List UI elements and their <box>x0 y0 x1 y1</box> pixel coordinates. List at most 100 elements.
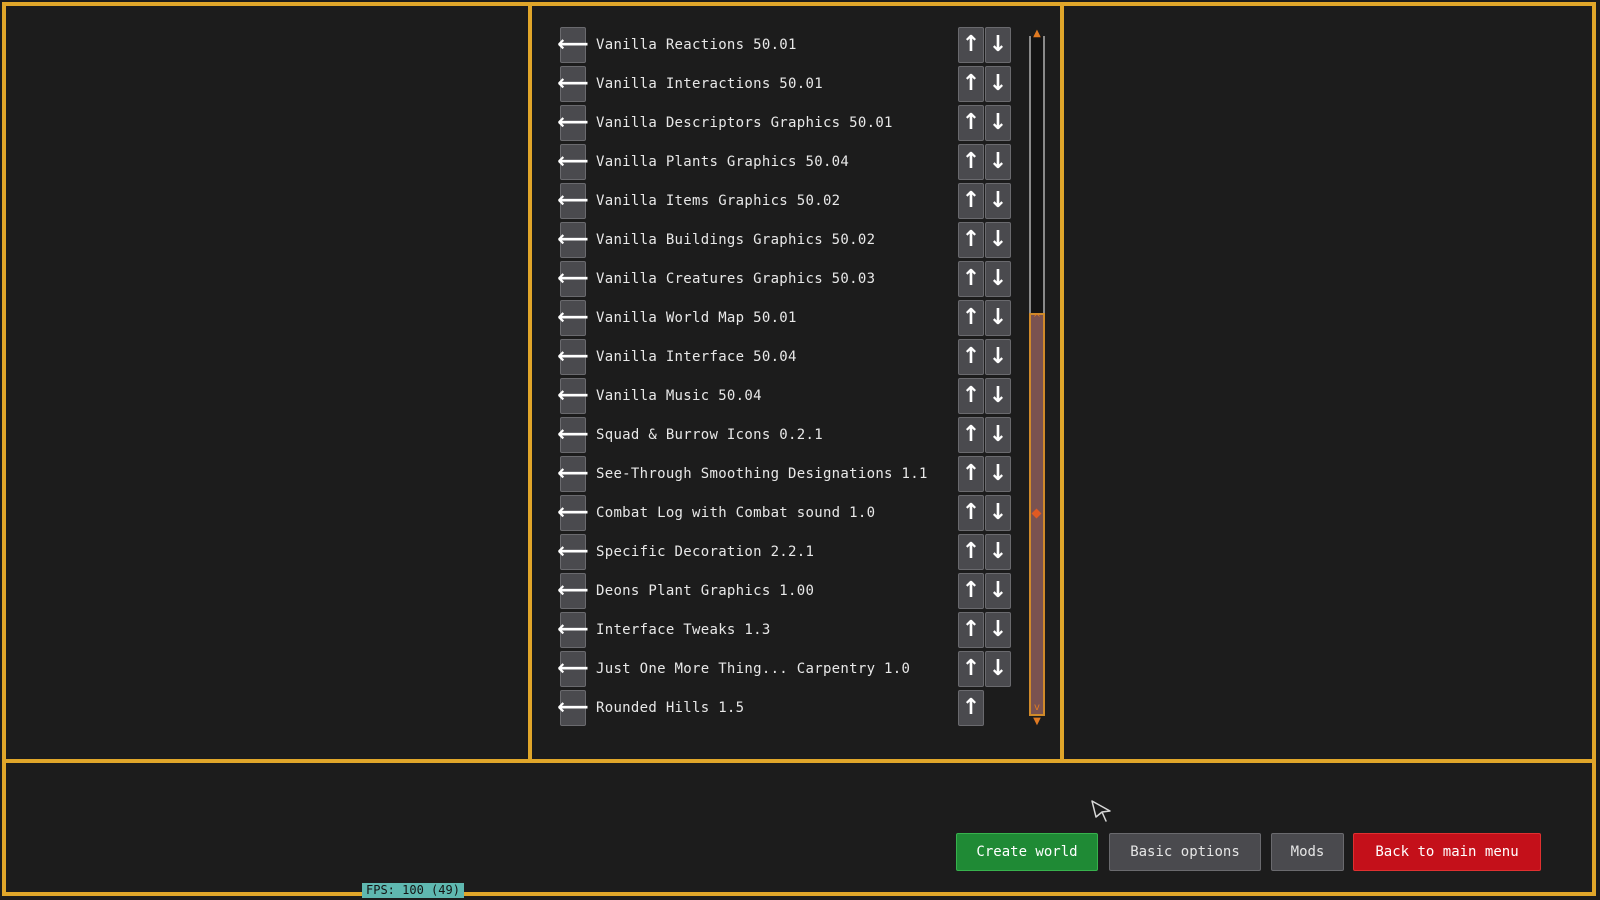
move-up-button[interactable]: ↑ <box>958 417 984 453</box>
move-down-button[interactable]: ↓ <box>985 261 1011 297</box>
remove-mod-button[interactable]: ⟵ <box>557 690 589 726</box>
mod-row: ⟵ Vanilla Reactions 50.01 ↑ ↓ <box>557 27 1011 65</box>
remove-mod-button[interactable]: ⟵ <box>557 651 589 687</box>
remove-mod-button[interactable]: ⟵ <box>557 105 589 141</box>
move-up-button[interactable]: ↑ <box>958 534 984 570</box>
remove-mod-button[interactable]: ⟵ <box>557 612 589 648</box>
move-up-button[interactable]: ↑ <box>958 612 984 648</box>
move-up-button[interactable]: ↑ <box>958 261 984 297</box>
mod-row: ⟵ See-Through Smoothing Designations 1.1 ↑… <box>557 456 1011 494</box>
arrow-down-icon: ↓ <box>988 227 1008 252</box>
arrow-left-icon: ⟵ <box>557 539 589 564</box>
back-to-main-menu-button[interactable]: Back to main menu <box>1353 833 1541 871</box>
arrow-left-icon: ⟵ <box>557 461 589 486</box>
move-up-button[interactable]: ↑ <box>958 378 984 414</box>
scroll-thumb-top-icon: ^ <box>1032 313 1042 324</box>
move-up-button[interactable]: ↑ <box>958 300 984 336</box>
left-divider <box>528 4 532 761</box>
move-up-button[interactable]: ↑ <box>958 690 984 726</box>
mod-name: Vanilla Plants Graphics 50.04 <box>596 154 850 170</box>
arrow-left-icon: ⟵ <box>557 344 589 369</box>
move-down-button[interactable]: ↓ <box>985 66 1011 102</box>
remove-mod-button[interactable]: ⟵ <box>557 66 589 102</box>
arrow-up-icon: ↑ <box>961 695 981 720</box>
mod-row: ⟵ Vanilla Interface 50.04 ↑ ↓ <box>557 339 1011 377</box>
arrow-up-icon: ↑ <box>961 539 981 564</box>
mod-row: ⟵ Vanilla Descriptors Graphics 50.01 ↑ ↓ <box>557 105 1011 143</box>
mod-row: ⟵ Vanilla Creatures Graphics 50.03 ↑ ↓ <box>557 261 1011 299</box>
move-down-button[interactable]: ↓ <box>985 456 1011 492</box>
remove-mod-button[interactable]: ⟵ <box>557 144 589 180</box>
right-divider <box>1060 4 1064 761</box>
move-down-button[interactable]: ↓ <box>985 495 1011 531</box>
mod-name: Vanilla Items Graphics 50.02 <box>596 193 841 209</box>
arrow-up-icon: ↑ <box>961 656 981 681</box>
remove-mod-button[interactable]: ⟵ <box>557 339 589 375</box>
arrow-left-icon: ⟵ <box>557 266 589 291</box>
remove-mod-button[interactable]: ⟵ <box>557 183 589 219</box>
arrow-down-icon: ↓ <box>988 266 1008 291</box>
mods-button[interactable]: Mods <box>1271 833 1344 871</box>
arrow-up-icon: ↑ <box>961 617 981 642</box>
move-down-button[interactable]: ↓ <box>985 183 1011 219</box>
arrow-up-icon: ↑ <box>961 188 981 213</box>
basic-options-button[interactable]: Basic options <box>1109 833 1261 871</box>
arrow-down-icon: ↓ <box>988 656 1008 681</box>
arrow-up-icon: ↑ <box>961 149 981 174</box>
bottom-divider <box>4 759 1594 763</box>
move-down-button[interactable]: ↓ <box>985 300 1011 336</box>
move-up-button[interactable]: ↑ <box>958 495 984 531</box>
move-up-button[interactable]: ↑ <box>958 222 984 258</box>
move-up-button[interactable]: ↑ <box>958 27 984 63</box>
arrow-down-icon: ↓ <box>988 32 1008 57</box>
create-world-button[interactable]: Create world <box>956 833 1098 871</box>
remove-mod-button[interactable]: ⟵ <box>557 456 589 492</box>
remove-mod-button[interactable]: ⟵ <box>557 300 589 336</box>
move-up-button[interactable]: ↑ <box>958 651 984 687</box>
arrow-down-icon: ↓ <box>988 149 1008 174</box>
move-down-button[interactable]: ↓ <box>985 105 1011 141</box>
arrow-up-icon: ↑ <box>961 578 981 603</box>
remove-mod-button[interactable]: ⟵ <box>557 495 589 531</box>
move-down-button[interactable]: ↓ <box>985 339 1011 375</box>
remove-mod-button[interactable]: ⟵ <box>557 261 589 297</box>
move-down-button[interactable]: ↓ <box>985 417 1011 453</box>
arrow-left-icon: ⟵ <box>557 656 589 681</box>
arrow-up-icon: ↑ <box>961 71 981 96</box>
move-down-button[interactable]: ↓ <box>985 534 1011 570</box>
move-down-button[interactable]: ↓ <box>985 612 1011 648</box>
arrow-left-icon: ⟵ <box>557 32 589 57</box>
move-up-button[interactable]: ↑ <box>958 183 984 219</box>
remove-mod-button[interactable]: ⟵ <box>557 417 589 453</box>
move-down-button[interactable]: ↓ <box>985 651 1011 687</box>
mod-name: Specific Decoration 2.2.1 <box>596 544 815 560</box>
mod-row: ⟵ Interface Tweaks 1.3 ↑ ↓ <box>557 612 1011 650</box>
arrow-left-icon: ⟵ <box>557 188 589 213</box>
arrow-up-icon: ↑ <box>961 32 981 57</box>
remove-mod-button[interactable]: ⟵ <box>557 222 589 258</box>
move-up-button[interactable]: ↑ <box>958 339 984 375</box>
scroll-down-icon[interactable]: ▼ <box>1031 717 1043 727</box>
move-down-button[interactable]: ↓ <box>985 27 1011 63</box>
scroll-up-icon[interactable]: ▲ <box>1031 29 1043 39</box>
mod-row: ⟵ Vanilla Items Graphics 50.02 ↑ ↓ <box>557 183 1011 221</box>
move-up-button[interactable]: ↑ <box>958 105 984 141</box>
remove-mod-button[interactable]: ⟵ <box>557 534 589 570</box>
move-down-button[interactable]: ↓ <box>985 378 1011 414</box>
move-down-button[interactable]: ↓ <box>985 222 1011 258</box>
move-up-button[interactable]: ↑ <box>958 573 984 609</box>
arrow-up-icon: ↑ <box>961 500 981 525</box>
mod-name: Vanilla Interface 50.04 <box>596 349 797 365</box>
move-down-button[interactable]: ↓ <box>985 573 1011 609</box>
move-up-button[interactable]: ↑ <box>958 66 984 102</box>
arrow-up-icon: ↑ <box>961 266 981 291</box>
remove-mod-button[interactable]: ⟵ <box>557 573 589 609</box>
move-up-button[interactable]: ↑ <box>958 144 984 180</box>
remove-mod-button[interactable]: ⟵ <box>557 27 589 63</box>
move-up-button[interactable]: ↑ <box>958 456 984 492</box>
arrow-down-icon: ↓ <box>988 461 1008 486</box>
remove-mod-button[interactable]: ⟵ <box>557 378 589 414</box>
mod-name: See-Through Smoothing Designations 1.1 <box>596 466 928 482</box>
move-down-button[interactable]: ↓ <box>985 144 1011 180</box>
arrow-down-icon: ↓ <box>988 305 1008 330</box>
